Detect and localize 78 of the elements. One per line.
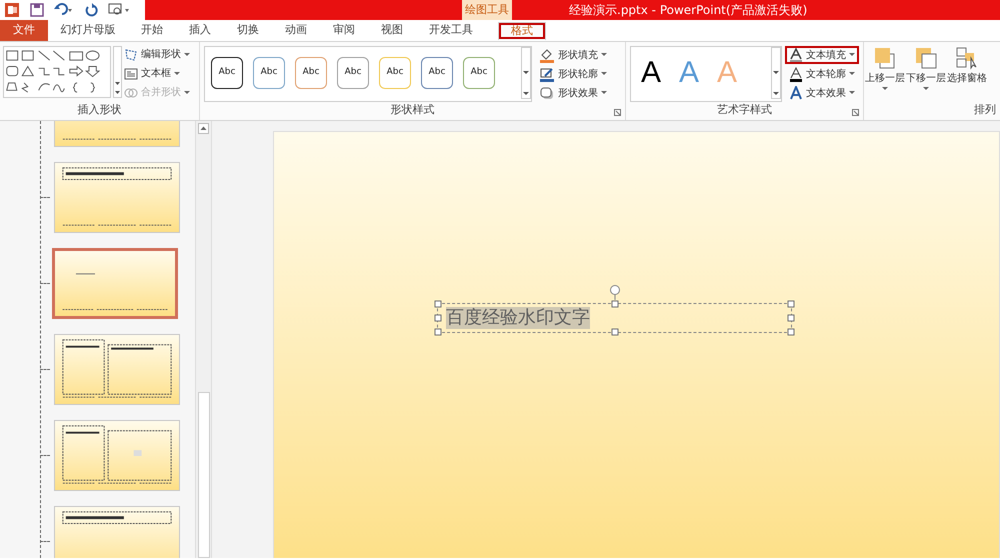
caret-icon bbox=[601, 53, 607, 57]
resize-handle[interactable] bbox=[611, 300, 618, 308]
slide-thumbnail[interactable] bbox=[52, 248, 178, 319]
caret-icon bbox=[849, 91, 855, 95]
slide-thumbnail[interactable] bbox=[54, 162, 180, 233]
ribbon-command[interactable]: 文本填充 bbox=[785, 46, 859, 64]
ribbon-tab[interactable]: 插入 bbox=[185, 20, 215, 41]
ribbon-tab[interactable]: 审阅 bbox=[329, 20, 359, 41]
shape-style-swatch[interactable]: Abc bbox=[337, 57, 369, 89]
dialog-launcher-icon[interactable] bbox=[614, 109, 621, 116]
undo-icon[interactable] bbox=[54, 3, 74, 17]
ribbon-tab[interactable]: 切换 bbox=[233, 20, 263, 41]
ribbon-command[interactable]: 文本效果 bbox=[785, 84, 859, 102]
file-tab[interactable]: 文件 bbox=[0, 20, 48, 41]
scroll-thumb[interactable] bbox=[198, 392, 210, 558]
shape-style-swatch[interactable]: Abc bbox=[421, 57, 453, 89]
send-backward-icon bbox=[913, 46, 939, 70]
group-label: 形状样式 bbox=[390, 102, 434, 118]
shape-style-swatch[interactable]: Abc bbox=[253, 57, 285, 89]
caret-icon bbox=[849, 72, 855, 76]
slide-thumbnail[interactable] bbox=[54, 334, 180, 405]
group-label: 排列 bbox=[974, 102, 997, 118]
ribbon-command[interactable]: 文本框 bbox=[124, 65, 190, 82]
pencil-outline-icon bbox=[539, 66, 555, 82]
ribbon-command[interactable]: 下移一层 bbox=[906, 46, 946, 102]
ribbon-tab[interactable]: 幻灯片母版 bbox=[56, 20, 120, 41]
gallery-scroll-icon[interactable] bbox=[771, 47, 781, 99]
caret-icon bbox=[882, 87, 888, 91]
caret-icon bbox=[174, 72, 180, 76]
shape-style-swatch[interactable]: Abc bbox=[211, 57, 243, 89]
group-label: 艺术字样式 bbox=[717, 102, 772, 118]
shape-style-swatch[interactable]: Abc bbox=[295, 57, 327, 89]
caret-icon bbox=[601, 91, 607, 95]
text-effects-icon bbox=[789, 86, 803, 100]
ribbon-command[interactable]: 编辑形状 bbox=[124, 46, 190, 63]
text-outline-icon bbox=[789, 66, 803, 82]
scroll-up-icon[interactable] bbox=[198, 123, 209, 134]
slide-thumbnail[interactable] bbox=[54, 506, 180, 558]
ribbon-command[interactable]: 形状轮廓 bbox=[535, 65, 611, 83]
text-fill-icon bbox=[789, 48, 803, 62]
shape-style-swatch[interactable]: Abc bbox=[379, 57, 411, 89]
caret-icon bbox=[184, 52, 190, 56]
context-tab-label: 绘图工具 bbox=[462, 0, 512, 20]
ribbon-command[interactable]: 形状效果 bbox=[535, 84, 611, 102]
merge-shapes-icon bbox=[124, 86, 138, 100]
slide-thumbnail[interactable] bbox=[54, 420, 180, 491]
paint-bucket-icon bbox=[539, 48, 555, 62]
presentation-icon[interactable] bbox=[108, 3, 130, 17]
window-title: 经验演示.pptx - PowerPoint(产品激活失败) bbox=[569, 2, 808, 19]
shape-effects-icon bbox=[539, 86, 555, 100]
gallery-scroll-icon[interactable] bbox=[521, 47, 531, 99]
caret-icon bbox=[184, 90, 190, 94]
dialog-launcher-icon[interactable] bbox=[852, 109, 859, 116]
rotate-handle-icon[interactable] bbox=[608, 284, 620, 300]
edit-shape-icon bbox=[124, 48, 138, 62]
scrollbar[interactable] bbox=[195, 121, 212, 558]
shape-style-swatch[interactable]: Abc bbox=[463, 57, 495, 89]
ribbon-tab[interactable]: 格式 bbox=[498, 22, 546, 40]
ribbon-tab[interactable]: 视图 bbox=[377, 20, 407, 41]
wordart-style-swatch[interactable]: A bbox=[641, 58, 662, 88]
ribbon-command[interactable]: 选择窗格 bbox=[947, 46, 987, 102]
slide-text: 百度经验水印文字 bbox=[446, 307, 590, 329]
ribbon-tab[interactable]: 开始 bbox=[137, 20, 167, 41]
caret-icon bbox=[601, 72, 607, 76]
group-label: 插入形状 bbox=[78, 102, 122, 118]
save-icon[interactable] bbox=[30, 3, 44, 17]
gallery-scroll-icon[interactable] bbox=[113, 46, 122, 98]
shapes-gallery-drawing[interactable] bbox=[3, 46, 111, 98]
caret-icon bbox=[849, 53, 855, 57]
ribbon-tab[interactable]: 开发工具 bbox=[425, 20, 477, 41]
ribbon-tab[interactable]: 动画 bbox=[281, 20, 311, 41]
ribbon-command[interactable]: 上移一层 bbox=[865, 46, 905, 102]
redo-icon[interactable] bbox=[84, 3, 98, 17]
resize-handle[interactable] bbox=[611, 328, 618, 336]
text-box-icon bbox=[124, 66, 138, 80]
ribbon-command[interactable]: 文本轮廓 bbox=[785, 65, 859, 83]
ribbon-command[interactable]: 形状填充 bbox=[535, 46, 611, 64]
caret-icon bbox=[923, 87, 929, 91]
